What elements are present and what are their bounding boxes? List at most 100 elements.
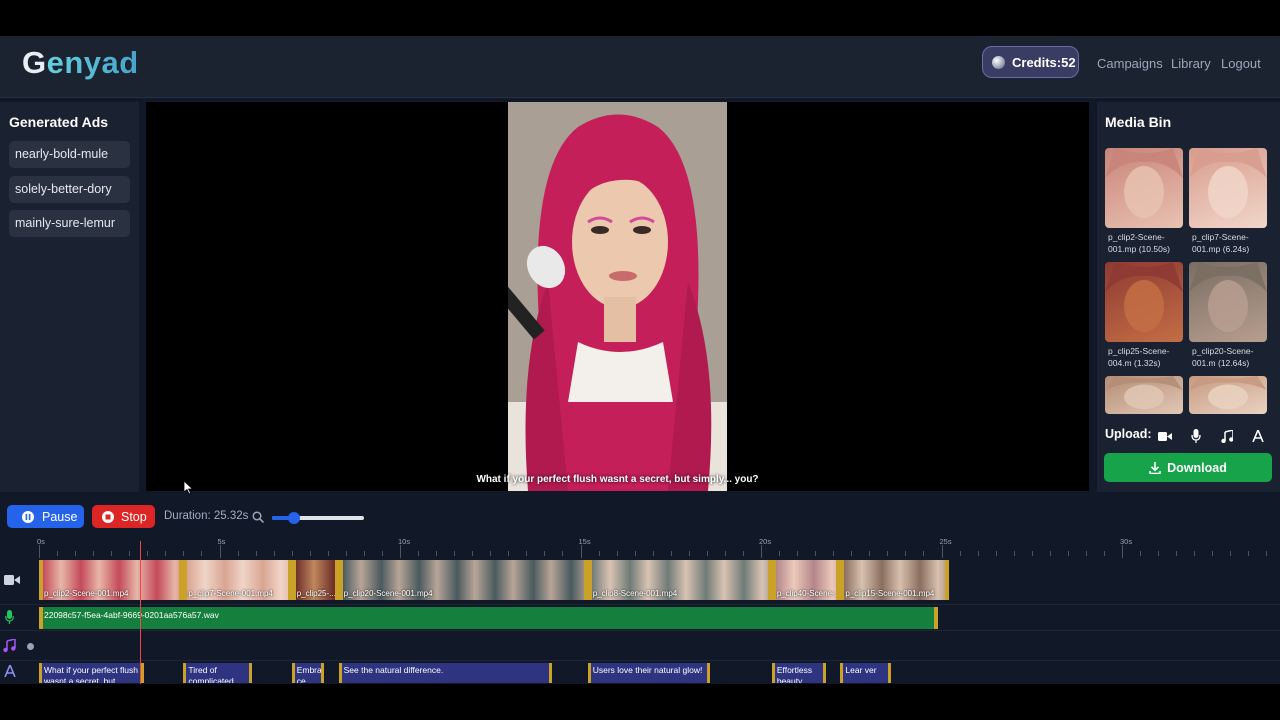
text-clip[interactable]: Users love their natural glow! xyxy=(587,663,711,683)
ruler-tick xyxy=(869,551,871,556)
ruler-tick xyxy=(562,551,564,556)
ruler-tick xyxy=(959,551,961,556)
ruler-tick xyxy=(526,551,528,556)
timeline-ruler[interactable]: 0s 5s 10s 15s 20s 25s 30s xyxy=(0,533,1280,558)
stop-button[interactable]: Stop xyxy=(92,505,155,528)
video-clip[interactable]: p_clip2-Scene-001.mp4 xyxy=(39,560,184,600)
video-clip-label: p_clip7-Scene-001.mp4 xyxy=(188,589,273,598)
media-thumbnail[interactable] xyxy=(1105,262,1183,342)
coin-icon xyxy=(992,55,1005,69)
ruler-tick xyxy=(1158,551,1160,556)
ruler-tick xyxy=(1103,551,1105,556)
video-clip[interactable]: p_clip8-Scene-001.mp4 xyxy=(587,560,772,600)
generated-ads-title: Generated Ads xyxy=(9,114,109,130)
zoom-slider[interactable] xyxy=(272,512,364,524)
nav-campaigns[interactable]: Campaigns xyxy=(1097,56,1163,71)
video-frame xyxy=(508,102,727,491)
media-thumbnail[interactable] xyxy=(1189,262,1267,342)
music-note-icon xyxy=(1221,429,1233,443)
media-bin-panel: Media Bin p_clip2-Scene-001.mp (10.50s) p… xyxy=(1097,102,1280,492)
ad-item[interactable]: solely-better-dory xyxy=(9,176,130,203)
media-thumbnail[interactable] xyxy=(1189,376,1267,414)
genyad-logo[interactable]: Genyad xyxy=(22,45,139,81)
ruler-tick xyxy=(129,551,131,556)
video-clip[interactable]: p_clip7-Scene-001.mp4 xyxy=(183,560,292,600)
text-clip[interactable]: Effortless beauty xyxy=(771,663,826,683)
ruler-tick xyxy=(797,551,799,556)
ruler-tick-label: 25s xyxy=(939,537,952,546)
ruler-tick xyxy=(941,545,943,558)
upload-music-button[interactable] xyxy=(1215,424,1239,448)
ruler-tick xyxy=(273,551,275,556)
ad-item[interactable]: mainly-sure-lemur xyxy=(9,210,130,237)
ruler-tick xyxy=(724,551,726,556)
video-clip-label: p_clip40-Scene-... xyxy=(776,589,841,598)
upload-text-button[interactable] xyxy=(1246,424,1270,448)
ruler-tick xyxy=(905,551,907,556)
text-track: What if your perfect flush wasnt a secre… xyxy=(0,661,1280,684)
upload-video-button[interactable] xyxy=(1153,424,1177,448)
audio-clip-label: 22098c57-f5ea-4abf-9669-0201aa576a57.wav xyxy=(44,610,219,620)
upload-label: Upload: xyxy=(1105,427,1152,441)
ruler-tick xyxy=(201,551,203,556)
ruler-tick xyxy=(165,551,167,556)
download-button[interactable]: Download xyxy=(1104,453,1272,482)
video-clip[interactable]: p_clip15-Scene-001.mp4 xyxy=(840,560,949,600)
microphone-icon xyxy=(1191,429,1201,443)
ruler-tick xyxy=(761,545,762,558)
ruler-tick xyxy=(1230,551,1232,556)
zoom-slider-handle[interactable] xyxy=(288,512,301,524)
playhead[interactable] xyxy=(140,541,142,684)
upload-voice-button[interactable] xyxy=(1184,424,1208,448)
text-clip[interactable]: See the natural difference. xyxy=(338,663,552,683)
video-clip[interactable]: p_clip20-Scene-001.mp4 xyxy=(338,560,588,600)
video-preview[interactable]: What if your perfect flush wasnt a secre… xyxy=(146,102,1089,491)
ruler-tick xyxy=(616,551,618,556)
text-clip[interactable]: What if your perfect flush wasnt a secre… xyxy=(39,663,144,683)
timeline[interactable]: 0s 5s 10s 15s 20s 25s 30s p_clip2-Scene-001.mp… xyxy=(0,533,1280,684)
ruler-tick xyxy=(1085,551,1087,556)
text-clip[interactable]: Lear ver xyxy=(840,663,891,683)
audio-clip[interactable]: 22098c57-f5ea-4abf-9669-0201aa576a57.wav xyxy=(39,607,938,629)
video-clip-label: p_clip8-Scene-001.mp4 xyxy=(592,589,678,598)
ruler-tick xyxy=(580,545,582,558)
generated-ads-panel: Generated Ads nearly-bold-mule solely-be… xyxy=(0,102,139,492)
media-thumbnail[interactable] xyxy=(1189,148,1267,228)
video-clip[interactable]: p_clip25-... xyxy=(291,560,339,600)
media-thumbnail[interactable] xyxy=(1105,376,1183,414)
media-thumbnail-label: p_clip7-Scene-001.mp (6.24s) xyxy=(1192,232,1250,254)
ruler-tick xyxy=(490,551,492,556)
ad-item[interactable]: nearly-bold-mule xyxy=(9,141,130,168)
ruler-tick xyxy=(436,551,438,556)
app-window: Genyad Credits:52 Campaigns Library Logo… xyxy=(0,36,1280,684)
ruler-tick xyxy=(598,551,600,556)
ruler-tick xyxy=(851,551,853,556)
ruler-tick xyxy=(381,551,383,556)
ruler-tick xyxy=(345,551,347,556)
nav-logout[interactable]: Logout xyxy=(1221,56,1261,71)
ruler-tick xyxy=(670,551,672,556)
media-thumbnail[interactable] xyxy=(1105,148,1183,228)
stop-label: Stop xyxy=(121,509,147,524)
nav-library[interactable]: Library xyxy=(1171,56,1211,71)
pause-button[interactable]: Pause xyxy=(7,505,84,528)
ruler-tick xyxy=(1248,551,1250,556)
ruler-tick xyxy=(93,551,95,556)
ruler-tick xyxy=(508,551,510,556)
mouse-cursor-icon xyxy=(184,481,194,495)
ruler-tick xyxy=(255,551,257,556)
ruler-tick xyxy=(652,551,654,556)
video-clip[interactable]: p_clip40-Scene-... xyxy=(771,560,841,600)
text-clip[interactable]: Tired of complicated xyxy=(183,663,252,683)
download-label: Download xyxy=(1167,460,1227,475)
credits-badge[interactable]: Credits:52 xyxy=(982,46,1079,78)
credits-text: Credits:52 xyxy=(1012,54,1076,70)
ruler-tick-label: 10s xyxy=(398,537,411,546)
video-track: p_clip2-Scene-001.mp4 p_clip7-Scene-001.m… xyxy=(0,558,1280,605)
voice-track: 22098c57-f5ea-4abf-9669-0201aa576a57.wav xyxy=(0,605,1280,631)
pause-icon xyxy=(22,510,34,523)
ruler-tick xyxy=(634,551,636,556)
ruler-tick xyxy=(706,551,708,556)
ruler-tick xyxy=(779,551,781,556)
text-clip[interactable]: Embra ce xyxy=(291,663,325,683)
